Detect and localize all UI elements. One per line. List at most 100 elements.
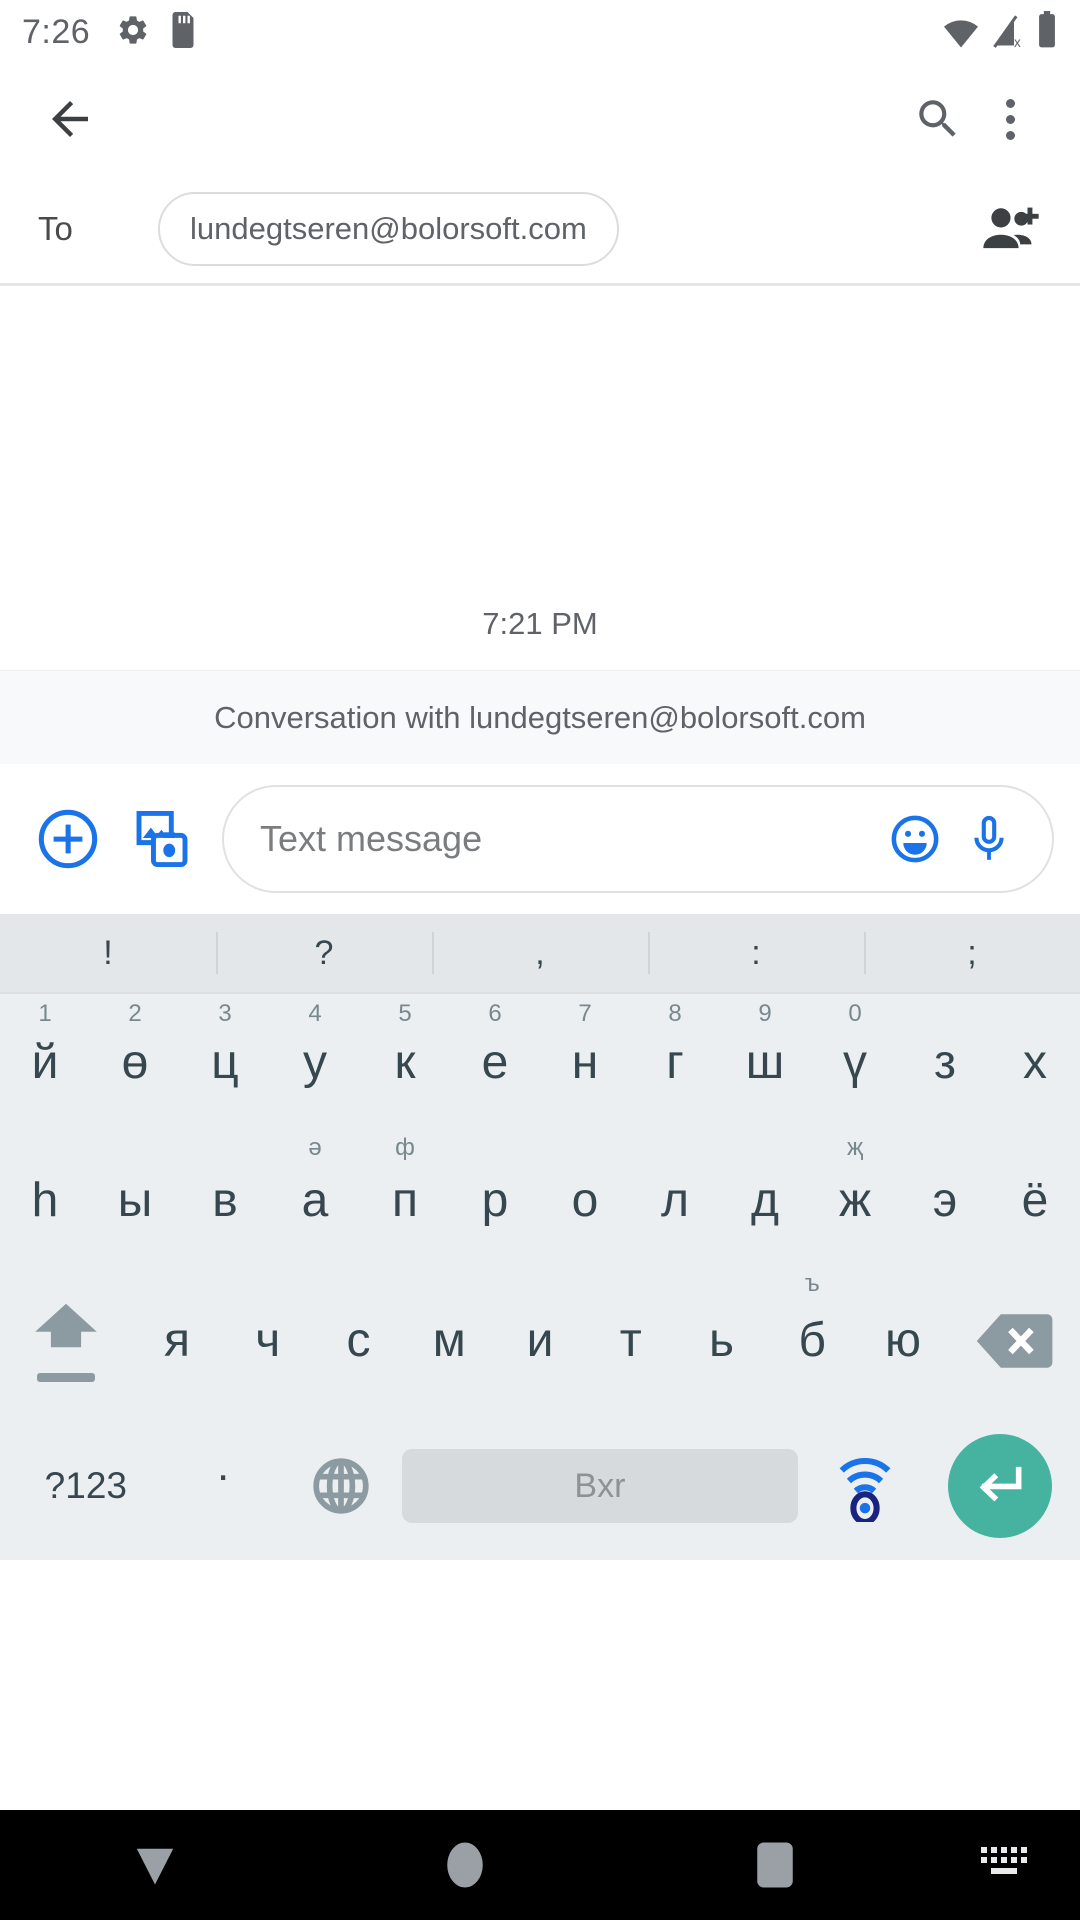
- key-row3-6[interactable]: ь: [676, 1270, 767, 1412]
- key-label: з: [933, 1036, 956, 1089]
- key-row1-2[interactable]: 3ц: [180, 994, 270, 1132]
- key-row3-3[interactable]: м: [404, 1270, 495, 1412]
- key-row1-4[interactable]: 5к: [360, 994, 450, 1132]
- conversation-timestamp: 7:21 PM: [482, 606, 598, 641]
- key-superscript: 0: [848, 1000, 862, 1027]
- enter-key[interactable]: [948, 1434, 1052, 1538]
- enter-icon: [979, 1466, 1022, 1502]
- key-label: ы: [117, 1174, 153, 1227]
- emoji-icon[interactable]: [878, 802, 952, 876]
- key-row2-11[interactable]: ё: [990, 1132, 1080, 1270]
- key-superscript: 9: [758, 1000, 772, 1027]
- key-row2-9[interactable]: җж: [810, 1132, 900, 1270]
- key-superscript: 8: [668, 1000, 682, 1027]
- wifi-icon: [942, 15, 980, 54]
- search-icon[interactable]: [902, 83, 974, 155]
- overflow-dots: [1005, 98, 1015, 140]
- key-label: й: [31, 1036, 59, 1089]
- recents-icon[interactable]: [620, 1839, 930, 1891]
- key-label: у: [303, 1036, 327, 1089]
- app-toolbar: [0, 64, 1080, 174]
- plus-circle-icon[interactable]: [26, 797, 110, 881]
- key-row3-2[interactable]: с: [313, 1270, 404, 1412]
- key-row2-10[interactable]: э: [900, 1132, 990, 1270]
- key-label: ж: [838, 1174, 872, 1227]
- key-row3-0[interactable]: я: [132, 1270, 223, 1412]
- key-row1-8[interactable]: 9ш: [720, 994, 810, 1132]
- suggestion-4[interactable]: ;: [864, 914, 1080, 992]
- image-camera-icon[interactable]: [120, 797, 204, 881]
- key-row1-7[interactable]: 8г: [630, 994, 720, 1132]
- key-row3-8[interactable]: ю: [858, 1270, 949, 1412]
- key-row2-7[interactable]: л: [630, 1132, 720, 1270]
- keyboard-switcher-icon[interactable]: [930, 1845, 1080, 1885]
- symbols-key[interactable]: ?123: [6, 1465, 166, 1507]
- key-row2-1[interactable]: ы: [90, 1132, 180, 1270]
- key-row1-11[interactable]: х: [990, 994, 1080, 1132]
- key-superscript: ф: [395, 1134, 415, 1161]
- conversation-area: 7:21 PM: [0, 286, 1080, 670]
- back-arrow-icon[interactable]: [34, 83, 106, 155]
- key-row3-4[interactable]: и: [495, 1270, 586, 1412]
- key-row1-5[interactable]: 6е: [450, 994, 540, 1132]
- period-key[interactable]: .: [166, 1441, 281, 1531]
- key-superscript: 6: [488, 1000, 502, 1027]
- suggestion-1[interactable]: ?: [216, 914, 432, 992]
- key-label: н: [571, 1036, 599, 1089]
- keyboard-row-3: я ч с м и т ь ъб ю: [0, 1270, 1080, 1412]
- key-row3-1[interactable]: ч: [222, 1270, 313, 1412]
- key-label: ю: [884, 1314, 921, 1367]
- key-label: я: [163, 1314, 190, 1367]
- key-label: е: [481, 1036, 509, 1089]
- home-icon[interactable]: [310, 1839, 620, 1891]
- voice-input-icon[interactable]: [798, 1450, 932, 1522]
- message-input-field[interactable]: Text message: [222, 785, 1054, 893]
- status-left-icons: [116, 11, 198, 53]
- key-row2-8[interactable]: д: [720, 1132, 810, 1270]
- add-person-icon[interactable]: [976, 194, 1046, 264]
- key-label: б: [798, 1314, 826, 1367]
- key-row2-6[interactable]: о: [540, 1132, 630, 1270]
- to-label: To: [38, 209, 73, 247]
- conversation-banner: Conversation with lundegtseren@bolorsoft…: [0, 670, 1080, 764]
- shift-icon[interactable]: [0, 1270, 132, 1412]
- key-row1-3[interactable]: 4у: [270, 994, 360, 1132]
- key-label: ү: [843, 1036, 867, 1089]
- key-row3-7[interactable]: ъб: [767, 1270, 858, 1412]
- key-row1-6[interactable]: 7н: [540, 994, 630, 1132]
- key-label: ц: [211, 1036, 239, 1089]
- key-row1-9[interactable]: 0ү: [810, 994, 900, 1132]
- key-label: ь: [708, 1314, 734, 1367]
- key-label: э: [932, 1174, 958, 1227]
- key-row2-3[interactable]: әа: [270, 1132, 360, 1270]
- key-label: о: [571, 1174, 599, 1227]
- key-label: ч: [255, 1314, 281, 1367]
- key-row1-0[interactable]: 1й: [0, 994, 90, 1132]
- backspace-icon[interactable]: [948, 1270, 1080, 1412]
- key-label: и: [526, 1314, 554, 1367]
- keyboard-row-1: 1й 2ө 3ц 4у 5к 6е 7н 8г 9ш 0ү з х: [0, 994, 1080, 1132]
- globe-icon[interactable]: [281, 1455, 402, 1517]
- key-row2-4[interactable]: фп: [360, 1132, 450, 1270]
- overflow-menu-icon[interactable]: [974, 83, 1046, 155]
- key-row1-1[interactable]: 2ө: [90, 994, 180, 1132]
- key-row2-2[interactable]: в: [180, 1132, 270, 1270]
- microphone-icon[interactable]: [952, 802, 1026, 876]
- soft-keyboard: ! ? , : ; 1й 2ө 3ц 4у 5к 6е 7н 8г 9ш 0ү …: [0, 914, 1080, 1560]
- suggestion-3[interactable]: :: [648, 914, 864, 992]
- signal-off-icon: x: [990, 14, 1026, 54]
- key-row2-0[interactable]: һ: [0, 1132, 90, 1270]
- suggestion-2[interactable]: ,: [432, 914, 648, 992]
- recipient-chip[interactable]: lundegtseren@bolorsoft.com: [158, 191, 619, 266]
- suggestion-0[interactable]: !: [0, 914, 216, 992]
- battery-icon: [1036, 10, 1058, 54]
- key-row2-5[interactable]: р: [450, 1132, 540, 1270]
- hide-keyboard-icon[interactable]: [0, 1841, 310, 1889]
- space-key[interactable]: Bxr: [401, 1449, 798, 1523]
- key-label: л: [660, 1174, 689, 1227]
- key-superscript: 5: [398, 1000, 412, 1027]
- key-row1-10[interactable]: з: [900, 994, 990, 1132]
- conversation-banner-label: Conversation with lundegtseren@bolorsoft…: [214, 699, 866, 735]
- key-row3-5[interactable]: т: [585, 1270, 676, 1412]
- suggestion-strip: ! ? , : ;: [0, 914, 1080, 994]
